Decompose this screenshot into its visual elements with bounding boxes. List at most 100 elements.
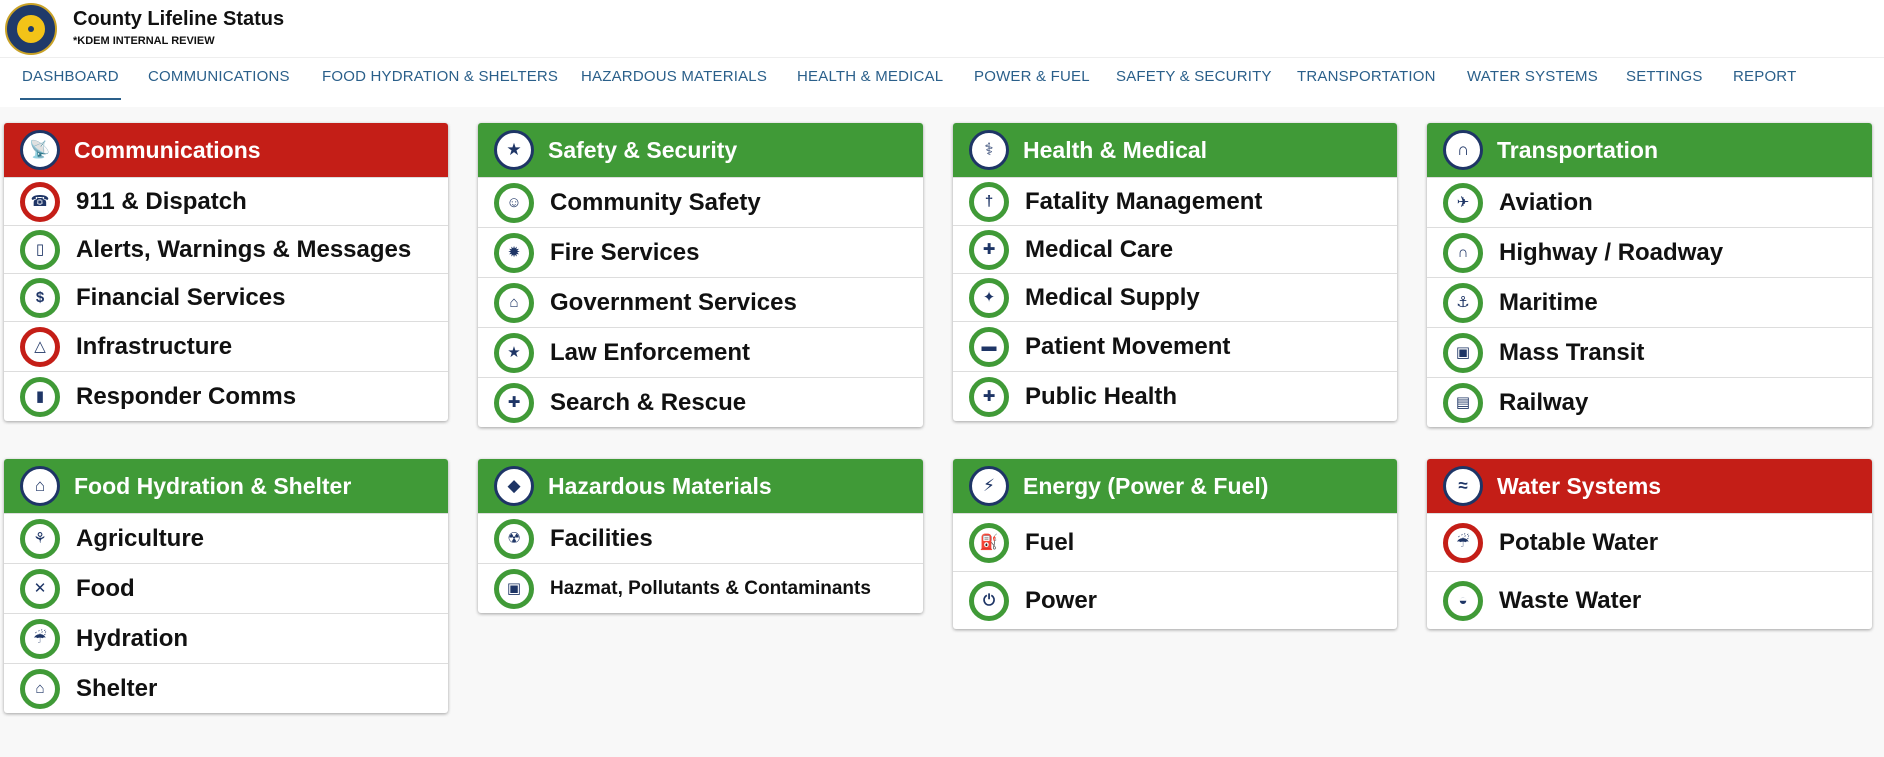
list-item-government-services[interactable]: ⌂ Government Services [478, 277, 923, 327]
card-header-water-systems[interactable]: ≈ Water Systems [1427, 459, 1872, 513]
tab-dashboard[interactable]: DASHBOARD [20, 58, 121, 100]
list-item-alerts-warnings[interactable]: ▯ Alerts, Warnings & Messages [4, 225, 448, 273]
people-icon: ☺ [494, 182, 534, 223]
list-item-medical-care[interactable]: ✚ Medical Care [953, 225, 1397, 273]
ambulance-icon: ▬ [969, 326, 1009, 367]
tab-transportation[interactable]: TRANSPORTATION [1295, 58, 1438, 100]
rescue-cross-icon: ✚ [494, 382, 534, 423]
waste-water-icon: ◒ [1443, 580, 1483, 621]
card-title: Food Hydration & Shelter [74, 472, 352, 499]
card-title: Energy (Power & Fuel) [1023, 472, 1269, 499]
card-title: Hazardous Materials [548, 472, 772, 499]
list-item-power[interactable]: ⏻ Power [953, 571, 1397, 629]
highway-icon: ∩ [1443, 232, 1483, 273]
medical-care-icon: ✚ [969, 229, 1009, 270]
badge-icon: ★ [494, 332, 534, 373]
ship-icon: ⚓ [1443, 282, 1483, 323]
app-subtitle: *KDEM INTERNAL REVIEW [73, 35, 215, 47]
card-header-communications[interactable]: 📡 Communications [4, 123, 448, 177]
card-header-hazardous-materials[interactable]: ◆ Hazardous Materials [478, 459, 923, 513]
tab-safety-security[interactable]: SAFETY & SECURITY [1114, 58, 1274, 100]
shelter-icon: ⌂ [20, 668, 60, 709]
tab-health-medical[interactable]: HEALTH & MEDICAL [795, 58, 945, 100]
list-item-shelter[interactable]: ⌂ Shelter [4, 663, 448, 713]
list-item-aviation[interactable]: ✈ Aviation [1427, 177, 1872, 227]
fire-icon: ✹ [494, 232, 534, 273]
list-item-fatality-management[interactable]: † Fatality Management [953, 177, 1397, 225]
item-label: Mass Transit [1499, 338, 1645, 366]
list-item-law-enforcement[interactable]: ★ Law Enforcement [478, 327, 923, 377]
card-header-energy-power-fuel[interactable]: ⚡ Energy (Power & Fuel) [953, 459, 1397, 513]
card-communications: 📡 Communications ☎ 911 & Dispatch ▯ Aler… [4, 123, 448, 421]
list-item-fire-services[interactable]: ✹ Fire Services [478, 227, 923, 277]
app-header: County Lifeline Status *KDEM INTERNAL RE… [0, 0, 1884, 57]
list-item-highway-roadway[interactable]: ∩ Highway / Roadway [1427, 227, 1872, 277]
card-header-transportation[interactable]: ∩ Transportation [1427, 123, 1872, 177]
list-item-food[interactable]: ✕ Food [4, 563, 448, 613]
card-title: Transportation [1497, 136, 1659, 163]
energy-icon: ⚡ [969, 466, 1009, 506]
item-label: Public Health [1025, 382, 1178, 410]
tab-communications[interactable]: COMMUNICATIONS [146, 58, 292, 100]
bridge-icon: ∩ [1443, 130, 1483, 170]
card-health-medical: ⚕ Health & Medical † Fatality Management… [953, 123, 1397, 421]
card-hazardous-materials: ◆ Hazardous Materials ☢ Facilities ▣ Haz… [478, 459, 923, 613]
water-system-icon: ≈ [1443, 466, 1483, 506]
tab-settings[interactable]: SETTINGS [1624, 58, 1705, 100]
antenna-icon: 📡 [20, 130, 60, 170]
item-label: Waste Water [1499, 586, 1642, 614]
item-label: Fire Services [550, 238, 700, 266]
card-header-food-hydration-shelter[interactable]: ⌂ Food Hydration & Shelter [4, 459, 448, 513]
list-item-potable-water[interactable]: ☔ Potable Water [1427, 513, 1872, 571]
list-item-waste-water[interactable]: ◒ Waste Water [1427, 571, 1872, 629]
seal-emblem-icon [15, 13, 47, 45]
radio-icon: ▮ [20, 376, 60, 417]
hazmat-truck-icon: ▣ [494, 568, 534, 609]
list-item-facilities[interactable]: ☢ Facilities [478, 513, 923, 563]
list-item-search-rescue[interactable]: ✚ Search & Rescue [478, 377, 923, 427]
item-label: Alerts, Warnings & Messages [76, 235, 412, 263]
list-item-hydration[interactable]: ☔ Hydration [4, 613, 448, 663]
list-item-medical-supply[interactable]: ✦ Medical Supply [953, 273, 1397, 321]
train-icon: ▤ [1443, 382, 1483, 423]
card-water-systems: ≈ Water Systems ☔ Potable Water ◒ Waste … [1427, 459, 1872, 629]
tab-water-systems[interactable]: WATER SYSTEMS [1465, 58, 1600, 100]
list-item-fuel[interactable]: ⛽ Fuel [953, 513, 1397, 571]
card-food-hydration-shelter: ⌂ Food Hydration & Shelter ⚘ Agriculture… [4, 459, 448, 713]
list-item-mass-transit[interactable]: ▣ Mass Transit [1427, 327, 1872, 377]
list-item-patient-movement[interactable]: ▬ Patient Movement [953, 321, 1397, 371]
list-item-agriculture[interactable]: ⚘ Agriculture [4, 513, 448, 563]
list-item-community-safety[interactable]: ☺ Community Safety [478, 177, 923, 227]
mobile-alert-icon: ▯ [20, 229, 60, 270]
item-label: Medical Care [1025, 235, 1174, 263]
plug-icon: ⏻ [969, 580, 1009, 621]
list-item-public-health[interactable]: ✚ Public Health [953, 371, 1397, 421]
water-faucet-icon: ☔ [1443, 522, 1483, 563]
item-label: Law Enforcement [550, 338, 751, 366]
list-item-financial-services[interactable]: $ Financial Services [4, 273, 448, 321]
item-label: Aviation [1499, 188, 1593, 216]
list-item-hazmat-pollutants[interactable]: ▣ Hazmat, Pollutants & Contaminants [478, 563, 923, 613]
card-title: Health & Medical [1023, 136, 1208, 163]
tab-report[interactable]: REPORT [1731, 58, 1798, 100]
item-label: Medical Supply [1025, 283, 1200, 311]
card-header-safety-security[interactable]: ★ Safety & Security [478, 123, 923, 177]
item-label: Fuel [1025, 528, 1075, 556]
fork-knife-icon: ✕ [20, 568, 60, 609]
list-item-railway[interactable]: ▤ Railway [1427, 377, 1872, 427]
faucet-icon: ☔ [20, 618, 60, 659]
card-header-health-medical[interactable]: ⚕ Health & Medical [953, 123, 1397, 177]
list-item-911-dispatch[interactable]: ☎ 911 & Dispatch [4, 177, 448, 225]
list-item-responder-comms[interactable]: ▮ Responder Comms [4, 371, 448, 421]
item-label: Government Services [550, 288, 797, 316]
cow-icon: ⚘ [20, 518, 60, 559]
tab-food-hydration-shelters[interactable]: FOOD HYDRATION & SHELTERS [320, 58, 560, 100]
caduceus-icon: ⚕ [969, 130, 1009, 170]
card-title: Water Systems [1497, 472, 1662, 499]
tab-hazardous-materials[interactable]: HAZARDOUS MATERIALS [579, 58, 769, 100]
card-title: Communications [74, 136, 261, 163]
tab-power-fuel[interactable]: POWER & FUEL [972, 58, 1092, 100]
item-label: Food [76, 574, 135, 602]
list-item-maritime[interactable]: ⚓ Maritime [1427, 277, 1872, 327]
list-item-infrastructure[interactable]: △ Infrastructure [4, 321, 448, 371]
